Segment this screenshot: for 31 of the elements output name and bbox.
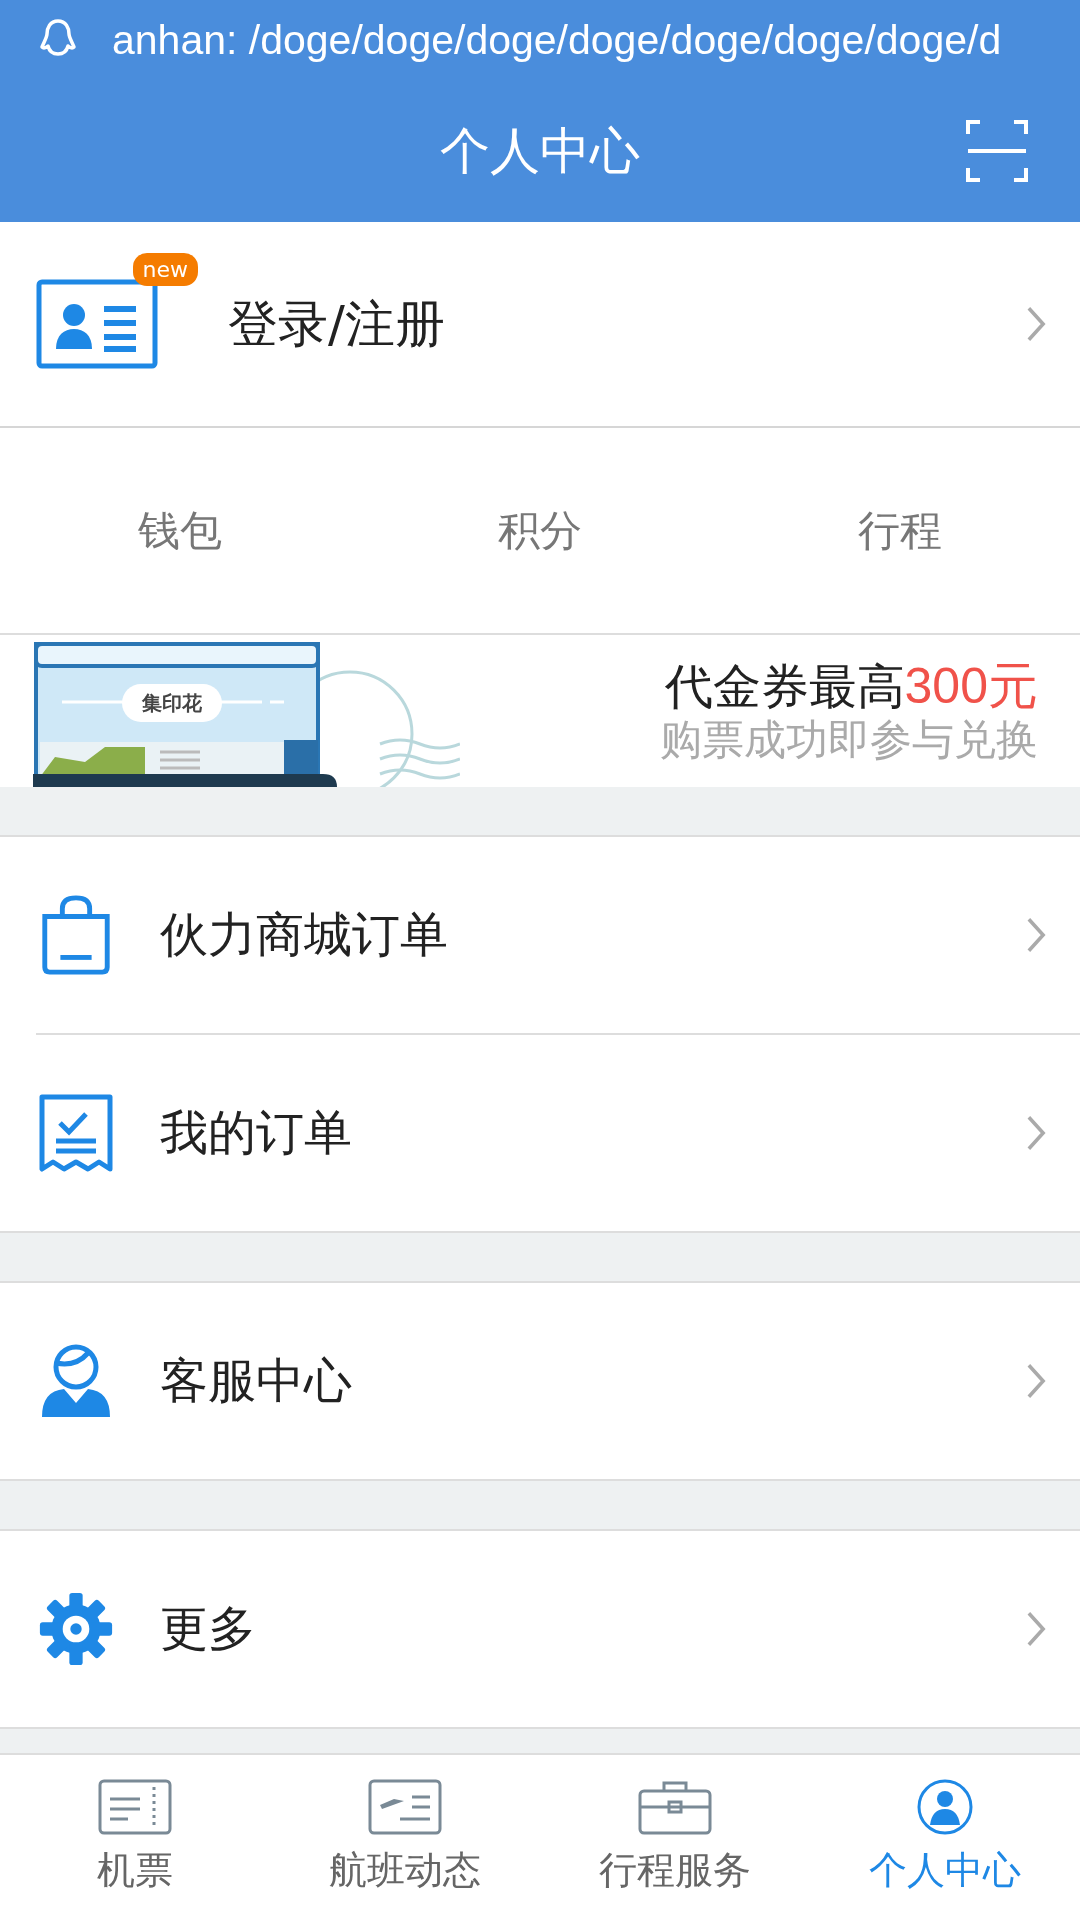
menu-label: 伙力商城订单 <box>160 905 449 964</box>
nav-tab[interactable]: 行程服务 <box>540 1755 810 1920</box>
scan-icon[interactable] <box>966 120 1028 182</box>
chevron-icon <box>1026 1362 1046 1400</box>
notification-text: anhan: /doge/doge/doge/doge/doge/doge/doge/d <box>112 16 1002 64</box>
id-card-icon <box>36 279 158 369</box>
menu-label: 客服中心 <box>160 1351 353 1410</box>
briefcase-icon <box>638 1779 712 1835</box>
chevron-icon <box>1026 1610 1046 1648</box>
stat-item[interactable]: 行程 <box>720 502 1080 559</box>
nav-tab[interactable]: 航班动态 <box>270 1755 540 1920</box>
chevron-icon <box>1026 916 1046 954</box>
stat-item[interactable]: 积分 <box>360 502 720 559</box>
new-badge: new <box>132 253 198 286</box>
promo-banner[interactable]: 集印花 代金券最高300元 购票成功即参与兑换 <box>0 635 1080 787</box>
login-label: 登录/注册 <box>228 293 446 355</box>
chevron-icon <box>1026 305 1046 343</box>
nav-tab[interactable]: 机票 <box>0 1755 270 1920</box>
stat-item[interactable]: 钱包 <box>0 502 360 559</box>
ticket-icon <box>98 1779 172 1835</box>
promo-headline: 代金券最高 <box>664 658 905 715</box>
nav-tab[interactable]: 个人中心 <box>810 1755 1080 1920</box>
airplane-card-icon <box>368 1779 442 1835</box>
promo-subline: 购票成功即参与兑换 <box>659 715 1038 764</box>
menu-label: 我的订单 <box>160 1103 353 1162</box>
login-row[interactable]: new 登录/注册 <box>0 222 1080 428</box>
page-title: 个人中心 <box>440 120 640 182</box>
order-list-icon <box>38 1093 114 1173</box>
menu-label: 更多 <box>160 1599 257 1658</box>
promo-amount: 300元 <box>904 658 1038 715</box>
chevron-icon <box>1026 1114 1046 1152</box>
